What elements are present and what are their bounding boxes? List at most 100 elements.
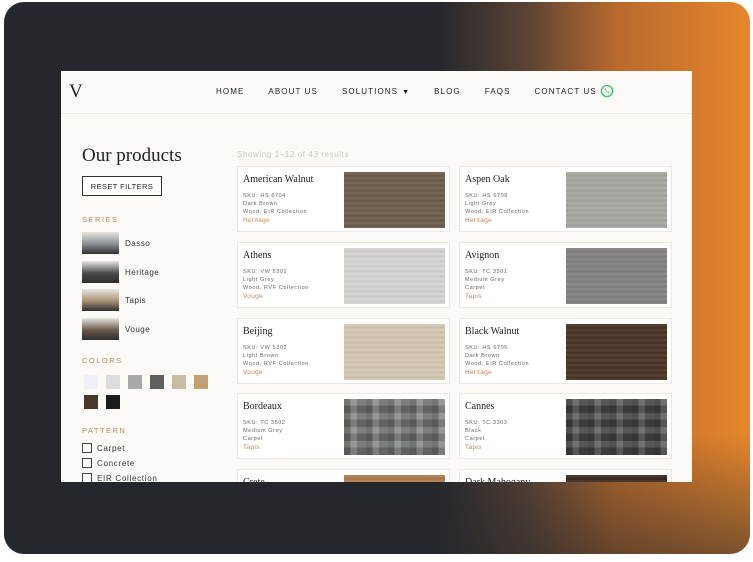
page-title: Our products [82,145,182,166]
product-series-link[interactable]: Tapis [465,444,482,451]
product-image[interactable] [344,475,445,482]
color-swatch[interactable] [172,375,186,389]
product-image[interactable] [344,399,445,455]
product-image[interactable] [566,399,667,455]
color-swatch[interactable] [84,375,98,389]
product-meta: SKU: VW 5301 Light Grey Wood, RVF Collecti… [243,268,309,292]
product-name[interactable]: Bordeaux [243,401,282,412]
product-sku: SKU: TC 3501 [465,269,508,275]
product-name[interactable]: Cannes [465,401,494,412]
presentation-frame: V HOME ABOUT US SOLUTIONS ▼ BLOG FAQS CON… [4,2,750,554]
product-name[interactable]: Black Walnut [465,326,519,337]
product-sku: SKU: TC 3303 [465,420,508,426]
product-card[interactable]: Dark Mahogany [459,469,672,482]
nav-about-us[interactable]: ABOUT US [268,87,318,96]
pattern-filter-carpet[interactable]: Carpet [82,443,125,453]
series-item-vouge[interactable]: Vouge [82,318,150,340]
checkbox[interactable] [82,443,92,453]
color-swatch[interactable] [150,375,164,389]
series-heading: SERIES [82,215,119,224]
pattern-filter-eir-collection[interactable]: EIR Collection [82,473,158,482]
product-card[interactable]: American Walnut SKU: HS 6704 Dark Brown Woo… [237,166,450,232]
product-card[interactable]: Aspen Oak SKU: HS 6708 Light Grey Wood, EIR… [459,166,672,232]
pattern-heading: PATTERN [82,426,127,435]
product-color: Dark Brown [465,353,500,359]
product-meta: SKU: TC 3303 Black Carpet [465,419,508,443]
product-series-link[interactable]: Heritage [465,217,492,224]
nav-faqs-label: FAQS [484,87,511,96]
series-thumbnail [82,289,119,311]
product-image[interactable] [566,475,667,482]
product-name[interactable]: Crete [243,477,265,482]
product-type: Wood, RVF Collection [243,361,309,367]
checkbox[interactable] [82,473,92,482]
product-meta: SKU: VW 5302 Light Brown Wood, RVF Collect… [243,344,309,368]
product-color: Light Grey [243,277,275,283]
product-card[interactable]: Cannes SKU: TC 3303 Black Carpet Tapis [459,393,672,459]
product-card[interactable]: Beijing SKU: VW 5302 Light Brown Wood, RVF … [237,318,450,384]
pattern-filter-concrete[interactable]: Concrete [82,458,135,468]
product-sku: SKU: TC 3502 [243,420,286,426]
checkbox[interactable] [82,458,92,468]
product-card[interactable]: Athens SKU: VW 5301 Light Grey Wood, RVF Co… [237,242,450,308]
color-swatch[interactable] [84,395,98,409]
series-label: Dasso [125,238,151,248]
product-card[interactable]: Avignon SKU: TC 3501 Medium Grey Carpet Tapi… [459,242,672,308]
nav-blog-label: BLOG [434,87,461,96]
product-sku: SKU: HS 6704 [243,193,286,199]
product-name[interactable]: Avignon [465,250,499,261]
nav-home[interactable]: HOME [216,87,244,96]
nav-blog[interactable]: BLOG [434,87,461,96]
product-series-link[interactable]: Heritage [465,369,492,376]
product-sku: SKU: HS 6708 [465,193,508,199]
series-item-dasso[interactable]: Dasso [82,232,150,254]
product-meta: SKU: TC 3501 Medium Grey Carpet [465,268,508,292]
product-series-link[interactable]: Vouge [243,369,263,376]
colors-heading: COLORS [82,356,123,365]
chevron-down-icon: ▼ [402,89,411,96]
nav-solutions-label: SOLUTIONS [341,87,399,96]
logo[interactable]: V [69,81,83,103]
product-card[interactable]: Black Walnut SKU: HS 6705 Dark Brown Wood, … [459,318,672,384]
nav-solutions[interactable]: SOLUTIONS ▼ [342,87,410,96]
product-name[interactable]: Athens [243,250,271,261]
product-sku: SKU: HS 6705 [465,345,508,351]
product-name[interactable]: American Walnut [243,174,313,185]
product-meta: SKU: HS 6708 Light Grey Wood, EIR Collecti… [465,192,529,216]
product-image[interactable] [566,248,667,304]
color-swatch[interactable] [106,375,120,389]
product-meta: SKU: HS 6704 Dark Brown Wood, EIR Collecti… [243,192,307,216]
product-series-link[interactable]: Tapis [465,293,482,300]
product-color: Medium Grey [465,277,505,283]
product-image[interactable] [566,324,667,380]
product-image[interactable] [566,172,667,228]
color-swatch[interactable] [128,375,142,389]
nav-contact-us[interactable]: CONTACT US [535,87,597,96]
series-thumbnail [82,232,119,254]
nav-faqs[interactable]: FAQS [485,87,511,96]
reset-filters-button[interactable]: RESET FILTERS [82,176,162,196]
product-card[interactable]: Crete [237,469,450,482]
product-series-link[interactable]: Vouge [243,293,263,300]
nav-about-us-label: ABOUT US [268,87,318,96]
color-swatch[interactable] [106,395,120,409]
product-series-link[interactable]: Heritage [243,217,270,224]
series-item-heritage[interactable]: Heritage [82,261,159,283]
product-series-link[interactable]: Tapis [243,444,260,451]
browser-viewport: V HOME ABOUT US SOLUTIONS ▼ BLOG FAQS CON… [61,71,692,482]
product-type: Carpet [243,436,264,442]
product-image[interactable] [344,172,445,228]
product-meta: SKU: TC 3502 Medium Grey Carpet [243,419,286,443]
whatsapp-icon[interactable] [600,84,614,98]
color-swatch[interactable] [194,375,208,389]
series-label: Heritage [125,267,160,277]
product-card[interactable]: Bordeaux SKU: TC 3502 Medium Grey Carpet Tap… [237,393,450,459]
product-image[interactable] [344,324,445,380]
product-type: Carpet [465,285,486,291]
product-color: Medium Grey [243,428,283,434]
product-name[interactable]: Beijing [243,326,272,337]
product-image[interactable] [344,248,445,304]
series-item-tapis[interactable]: Tapis [82,289,146,311]
product-name[interactable]: Aspen Oak [465,174,510,185]
product-name[interactable]: Dark Mahogany [465,477,530,482]
